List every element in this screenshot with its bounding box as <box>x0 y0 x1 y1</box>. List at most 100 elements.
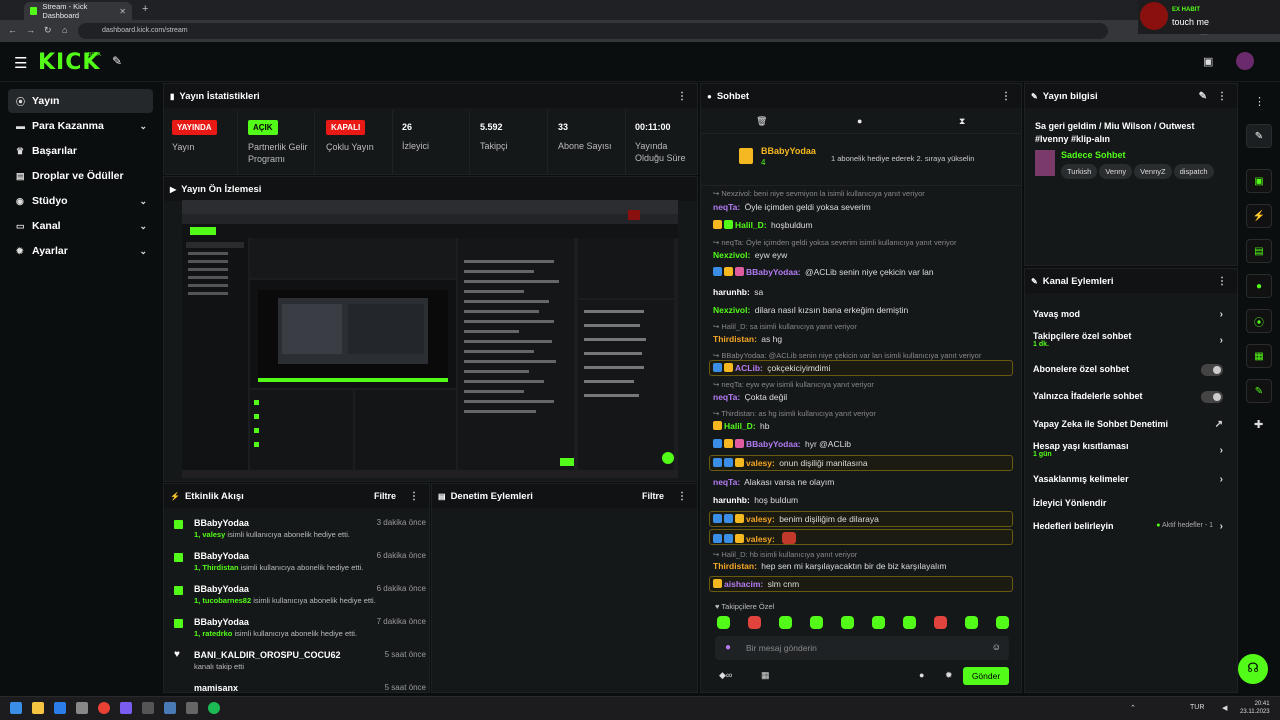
action-raid[interactable]: İzleyici Yönlendir <box>1033 498 1223 508</box>
chat-message[interactable]: valesy: <box>713 532 1013 544</box>
emote-icon[interactable] <box>996 616 1009 629</box>
sidebar-item-ayarlar[interactable]: ✹ Ayarlar ⌄ <box>8 239 153 263</box>
hourglass-icon[interactable]: ⧗ <box>959 116 965 127</box>
chat-message[interactable]: BBabyYodaa: @ACLib senin niye çekicin va… <box>713 267 1013 277</box>
action-ai-moderation[interactable]: Yapay Zeka ile Sohbet Denetimi ↗ <box>1033 419 1223 430</box>
chat-message[interactable]: neqTa: Alakası varsa ne olayım <box>713 477 1013 487</box>
emote-icon[interactable] <box>965 616 978 629</box>
chat-message[interactable]: aishacim: slm cnm <box>713 579 1013 589</box>
folder-icon[interactable] <box>32 702 44 714</box>
chat-message[interactable]: Nexzivol: eyw eyw <box>713 250 1013 260</box>
trash-icon[interactable]: 🗑 <box>756 116 767 127</box>
emote-icon[interactable] <box>810 616 823 629</box>
more-menu-icon[interactable]: ⋮ <box>1217 91 1227 102</box>
emote-icon[interactable] <box>872 616 885 629</box>
action-emote-only[interactable]: Yalnızca İfadelerle sohbet <box>1033 391 1223 403</box>
pin-icon[interactable]: ✎ <box>112 54 122 68</box>
action-slow-mode[interactable]: Yavaş mod › <box>1033 309 1223 320</box>
language-indicator[interactable]: TUR <box>1190 704 1204 711</box>
chat-reply-context[interactable]: ↪ Halil_D: hb isimli kullanıcıya yanıt v… <box>713 550 1013 559</box>
more-menu-icon[interactable]: ⋮ <box>1254 95 1265 108</box>
toggle-switch[interactable] <box>1201 391 1223 403</box>
url-field[interactable]: dashboard.kick.com/stream <box>78 23 1108 39</box>
emoji-icon[interactable]: ☺ <box>992 642 1001 652</box>
sidebar-item-yayin[interactable]: ⦿ Yayın <box>8 89 153 113</box>
chat-input[interactable]: ● Bir mesaj gönderin ☺ <box>715 636 1009 660</box>
chat-reply-context[interactable]: ↪ neqTa: Öyle içimden geldi yoksa severi… <box>713 238 1013 247</box>
chat-username[interactable]: aishacim: <box>724 579 763 589</box>
toggle-switch[interactable] <box>1201 364 1223 376</box>
rail-grid-icon[interactable]: ▦ <box>1246 344 1272 368</box>
sidebar-item-droplar[interactable]: ▤ Droplar ve Ödüller <box>8 164 153 188</box>
stream-preview-video[interactable] <box>182 200 678 478</box>
mic-icon[interactable]: ● <box>725 642 731 653</box>
action-subscribers-only[interactable]: Abonelere özel sohbet <box>1033 364 1223 376</box>
chat-username[interactable]: neqTa: <box>713 477 740 487</box>
gear-icon[interactable]: ✹ <box>945 670 953 681</box>
chat-message[interactable]: Halil_D: hoşbuldum <box>713 220 1013 230</box>
chat-message[interactable]: harunhb: hoş buldum <box>713 495 1013 505</box>
store-icon[interactable] <box>54 702 66 714</box>
chat-message[interactable]: valesy: benim dişiliğim de dilaraya <box>713 514 1013 524</box>
chat-message[interactable]: Thirdistan: hep sen mi karşılayacaktın b… <box>713 561 1013 571</box>
send-button[interactable]: Gönder <box>963 667 1009 685</box>
tray-arrow-icon[interactable]: ⌃ <box>1130 704 1136 712</box>
tag[interactable]: Venny <box>1099 164 1133 179</box>
new-tab-icon[interactable]: + <box>142 3 148 15</box>
more-menu-icon[interactable]: ⋮ <box>677 491 687 502</box>
chat-message[interactable]: BBabyYodaa: hyr @ACLib <box>713 439 1013 449</box>
more-menu-icon[interactable]: ⋮ <box>1217 276 1227 287</box>
browser-tab[interactable]: Stream - Kick Dashboard ✕ <box>24 2 132 20</box>
chat-message[interactable]: harunhb: sa <box>713 287 1013 297</box>
rail-chat-icon[interactable]: ● <box>1246 274 1272 298</box>
chat-message[interactable]: neqTa: Çokta değil <box>713 392 1013 402</box>
rail-document-icon[interactable]: ▤ <box>1246 239 1272 263</box>
chat-message[interactable]: Halil_D: hb <box>713 421 1013 431</box>
emote-icon[interactable] <box>934 616 947 629</box>
sidebar-item-kanal[interactable]: ▭ Kanal ⌄ <box>8 214 153 238</box>
chat-username[interactable]: ACLib: <box>735 363 763 373</box>
chat-reply-context[interactable]: ↪ Halil_D: sa isimli kullanıcıya yanıt v… <box>713 322 1013 331</box>
action-account-age[interactable]: Hesap yaşı kısıtlaması 1 gün › <box>1033 441 1223 458</box>
chat-message[interactable]: Nexzivol: dilara nasıl kızsın bana erkeğ… <box>713 305 1013 315</box>
chat-username[interactable]: neqTa: <box>713 202 740 212</box>
chat-message[interactable]: ACLib: çokçekiciyimdimi <box>713 363 1013 373</box>
chat-username[interactable]: Thirdistan: <box>713 561 757 571</box>
more-menu-icon[interactable]: ⋮ <box>1001 91 1011 102</box>
start-icon[interactable] <box>10 702 22 714</box>
app-icon[interactable] <box>142 702 154 714</box>
category-name[interactable]: Sadece Sohbet <box>1061 150 1126 160</box>
sidebar-item-studyo[interactable]: ◉ Stüdyo ⌄ <box>8 189 153 213</box>
chat-username[interactable]: valesy: <box>746 458 775 468</box>
tag[interactable]: Turkish <box>1061 164 1098 179</box>
emote-icon[interactable] <box>841 616 854 629</box>
chat-username[interactable]: Halil_D: <box>735 220 767 230</box>
close-tab-icon[interactable]: ✕ <box>119 7 126 16</box>
chat-username[interactable]: valesy: <box>746 514 775 524</box>
volume-icon[interactable]: ◀ <box>1222 704 1227 712</box>
chat-message[interactable]: neqTa: Öyle içimden geldi yoksa severim <box>713 202 1013 212</box>
chat-reply-context[interactable]: ↪ neqTa: eyw eyw isimli kullanıcıya yanı… <box>713 380 1013 389</box>
chat-message[interactable]: valesy: onun dişiliği manitasına <box>713 458 1013 468</box>
screen-icon[interactable]: ▣ <box>1203 55 1213 68</box>
forward-icon[interactable]: → <box>26 25 35 35</box>
chat-settings-icon[interactable]: ● <box>919 670 924 680</box>
rail-lightning-icon[interactable]: ⚡ <box>1246 204 1272 228</box>
chat-message[interactable]: Thirdistan: as hg <box>713 334 1013 344</box>
chat-username[interactable]: harunhb: <box>713 287 750 297</box>
chat-username[interactable]: Nexzivol: <box>713 250 750 260</box>
filter-button[interactable]: Filtre <box>642 491 664 501</box>
avatar[interactable] <box>1236 52 1254 70</box>
chat-username[interactable]: harunhb: <box>713 495 750 505</box>
home-icon[interactable]: ⌂ <box>62 25 67 35</box>
chat-username[interactable]: valesy: <box>746 534 775 544</box>
rail-tools-icon[interactable]: ✎ <box>1246 379 1272 403</box>
filter-button[interactable]: Filtre <box>374 491 396 501</box>
app-icon[interactable] <box>76 702 88 714</box>
action-followers-only[interactable]: Takipçilere özel sohbet 1 dk. › <box>1033 331 1223 348</box>
sidebar-item-para-kazanma[interactable]: ▬ Para Kazanma ⌄ <box>8 114 153 138</box>
app-icon[interactable] <box>164 702 176 714</box>
chat-reply-context[interactable]: ↪ Thirdistan: as hg isimli kullanıcıya y… <box>713 409 1013 418</box>
hamburger-menu-icon[interactable]: ☰ <box>14 54 27 72</box>
chat-username[interactable]: Nexzivol: <box>713 305 750 315</box>
